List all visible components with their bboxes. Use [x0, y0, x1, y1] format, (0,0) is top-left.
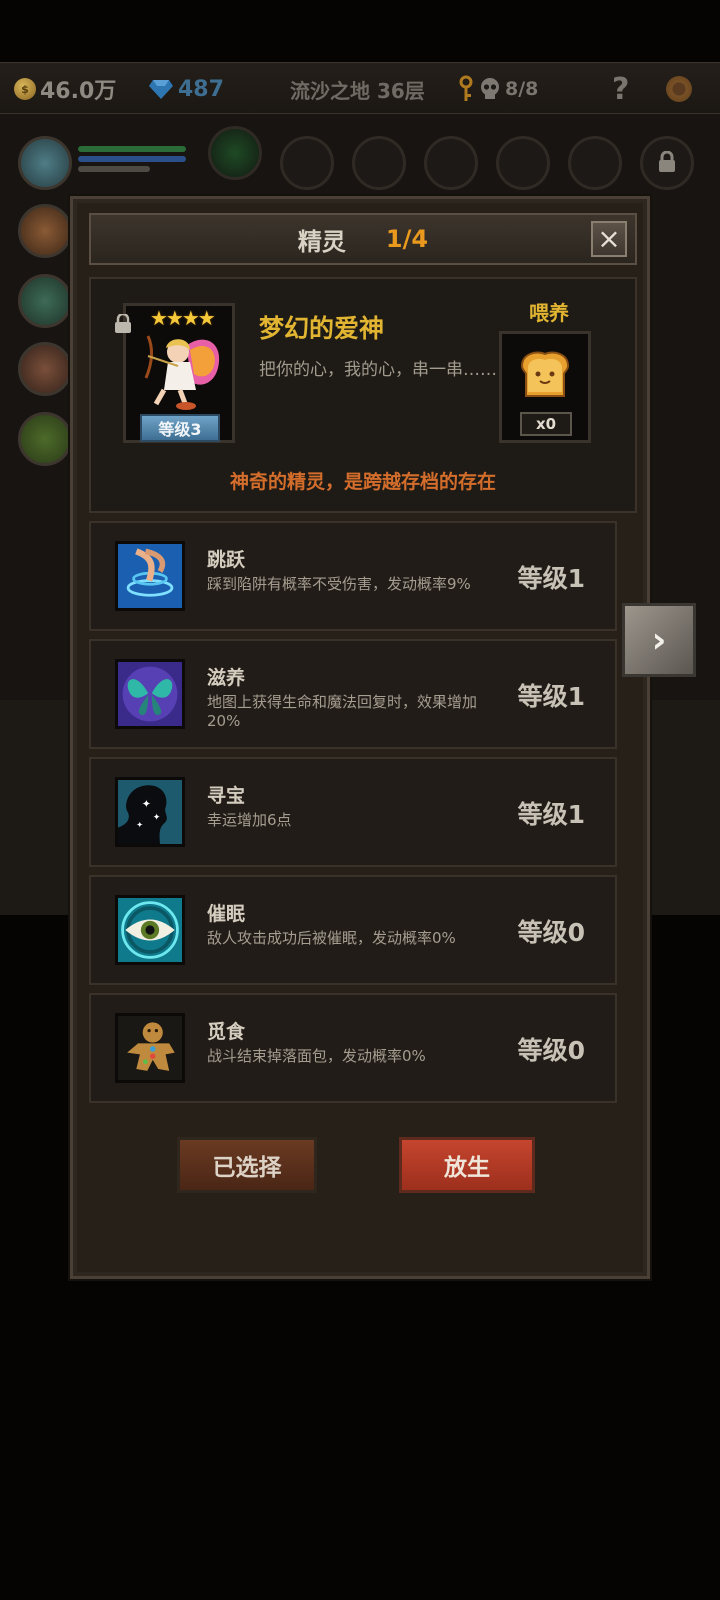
svg-text:✦: ✦ — [153, 813, 161, 823]
chevron-right-icon: › — [651, 619, 667, 661]
jump-icon — [115, 541, 185, 611]
skill-name: 觅食 — [207, 1021, 246, 1043]
item-slot-locked[interactable] — [640, 136, 694, 190]
gingerbread-icon — [115, 1013, 185, 1083]
skill-name: 寻宝 — [207, 785, 246, 807]
release-button[interactable]: 放生 — [399, 1137, 535, 1193]
location-label: 流沙之地 36层 — [290, 78, 425, 103]
skill-description: 踩到陷阱有概率不受伤害，发动概率9% — [207, 575, 471, 593]
svg-text:✦: ✦ — [142, 797, 151, 810]
skill-name: 跳跃 — [207, 549, 246, 571]
hero-avatar-1[interactable] — [18, 136, 72, 190]
spirit-info-panel: ★★★★ 等级3 梦幻的爱神 把你的心，我的心，串一串…… 喂养 x0 神奇的精… — [89, 277, 637, 513]
spirit-portrait[interactable]: ★★★★ 等级3 — [115, 303, 235, 443]
bread-count: x0 — [520, 412, 572, 436]
spirit-note: 神奇的精灵，是跨越存档的存在 — [229, 471, 496, 493]
skill-level: 等级1 — [517, 564, 585, 593]
skill-description: 地图上获得生命和魔法回复时，效果增加20% — [207, 693, 478, 730]
svg-text:✦: ✦ — [136, 820, 143, 830]
skill-description: 战斗结束掉落面包，发动概率0% — [207, 1047, 426, 1065]
key-icon — [459, 75, 473, 101]
close-button[interactable]: × — [591, 221, 627, 257]
diamond-icon — [149, 80, 173, 99]
feed-button[interactable]: x0 — [499, 331, 591, 443]
gold-coin-icon: $ — [14, 78, 36, 100]
help-button[interactable]: ? — [612, 63, 629, 115]
item-slot-potion[interactable] — [208, 126, 262, 180]
bread-icon — [520, 351, 570, 397]
skill-row-jump[interactable]: 跳跃 踩到陷阱有概率不受伤害，发动概率9% 等级1 — [89, 521, 617, 631]
item-slot-coffin[interactable] — [280, 136, 334, 190]
spirit-name: 梦幻的爱神 — [259, 314, 385, 343]
gold-counter: $ 46.0万 — [14, 63, 116, 115]
gem-amount: 487 — [178, 76, 224, 102]
spirit-description: 把你的心，我的心，串一串…… — [259, 360, 497, 380]
selected-button[interactable]: 已选择 — [177, 1137, 317, 1193]
gear-icon — [664, 74, 694, 104]
dialog-title-bar: 精灵 1/4 × — [89, 213, 637, 265]
skill-name: 滋养 — [207, 667, 246, 689]
hero-avatar-3[interactable] — [18, 274, 72, 328]
skill-level: 等级1 — [517, 800, 585, 829]
skill-description: 幸运增加6点 — [207, 811, 292, 829]
treasure-hunt-icon: ✦ ✦ ✦ — [115, 777, 185, 847]
nourish-icon — [115, 659, 185, 729]
top-hud: $ 46.0万 487 流沙之地 36层 8/8 ? — [0, 62, 720, 114]
skull-count: 8/8 — [505, 78, 539, 100]
settings-button[interactable] — [664, 63, 694, 115]
hero-avatar-2[interactable] — [18, 204, 72, 258]
dialog-title: 精灵 — [297, 227, 346, 256]
star-rating: ★★★★ — [150, 306, 216, 330]
keys-skulls-counter: 8/8 — [458, 63, 538, 115]
skill-level: 等级0 — [517, 1036, 585, 1065]
gem-counter: 487 — [148, 63, 224, 115]
skill-row-hypnosis[interactable]: 催眠 敌人攻击成功后被催眠，发动概率0% 等级0 — [89, 875, 617, 985]
hero-avatar-4[interactable] — [18, 342, 72, 396]
item-slot-pumpkin[interactable] — [568, 136, 622, 190]
skill-level: 等级1 — [517, 682, 585, 711]
xp-bar — [78, 166, 150, 172]
mp-bar — [78, 156, 186, 162]
hp-bar — [78, 146, 186, 152]
item-slot-bell[interactable] — [352, 136, 406, 190]
feed-label: 喂养 — [529, 301, 569, 325]
page-indicator: 1/4 — [385, 225, 429, 253]
skill-row-forage[interactable]: 觅食 战斗结束掉落面包，发动概率0% 等级0 — [89, 993, 617, 1103]
skill-row-treasure[interactable]: ✦ ✦ ✦ 寻宝 幸运增加6点 等级1 — [89, 757, 617, 867]
hero-avatar-5[interactable] — [18, 412, 72, 466]
hypnosis-eye-icon — [115, 895, 185, 965]
spirit-dialog: 精灵 1/4 × ★★★★ 等级3 梦幻的爱神 把你的心，我的心，串一串…… 喂… — [70, 196, 650, 1279]
lock-icon[interactable] — [114, 314, 132, 334]
next-page-button[interactable]: › — [622, 603, 696, 677]
item-slot-flask[interactable] — [424, 136, 478, 190]
game-screen: { "hud": { "gold": "46.0万", "gems": "487… — [0, 0, 720, 1600]
cupid-spirit-icon — [144, 335, 220, 410]
skull-icon — [481, 78, 499, 99]
lock-icon — [659, 151, 675, 172]
skill-level: 等级0 — [517, 918, 585, 947]
skill-description: 敌人攻击成功后被催眠，发动概率0% — [207, 929, 456, 947]
gold-amount: 46.0万 — [40, 79, 117, 104]
spirit-level-badge: 等级3 — [140, 414, 220, 442]
skill-row-nourish[interactable]: 滋养 地图上获得生命和魔法回复时，效果增加20% 等级1 — [89, 639, 617, 749]
item-slot-scroll[interactable] — [496, 136, 550, 190]
skill-name: 催眠 — [207, 903, 246, 925]
